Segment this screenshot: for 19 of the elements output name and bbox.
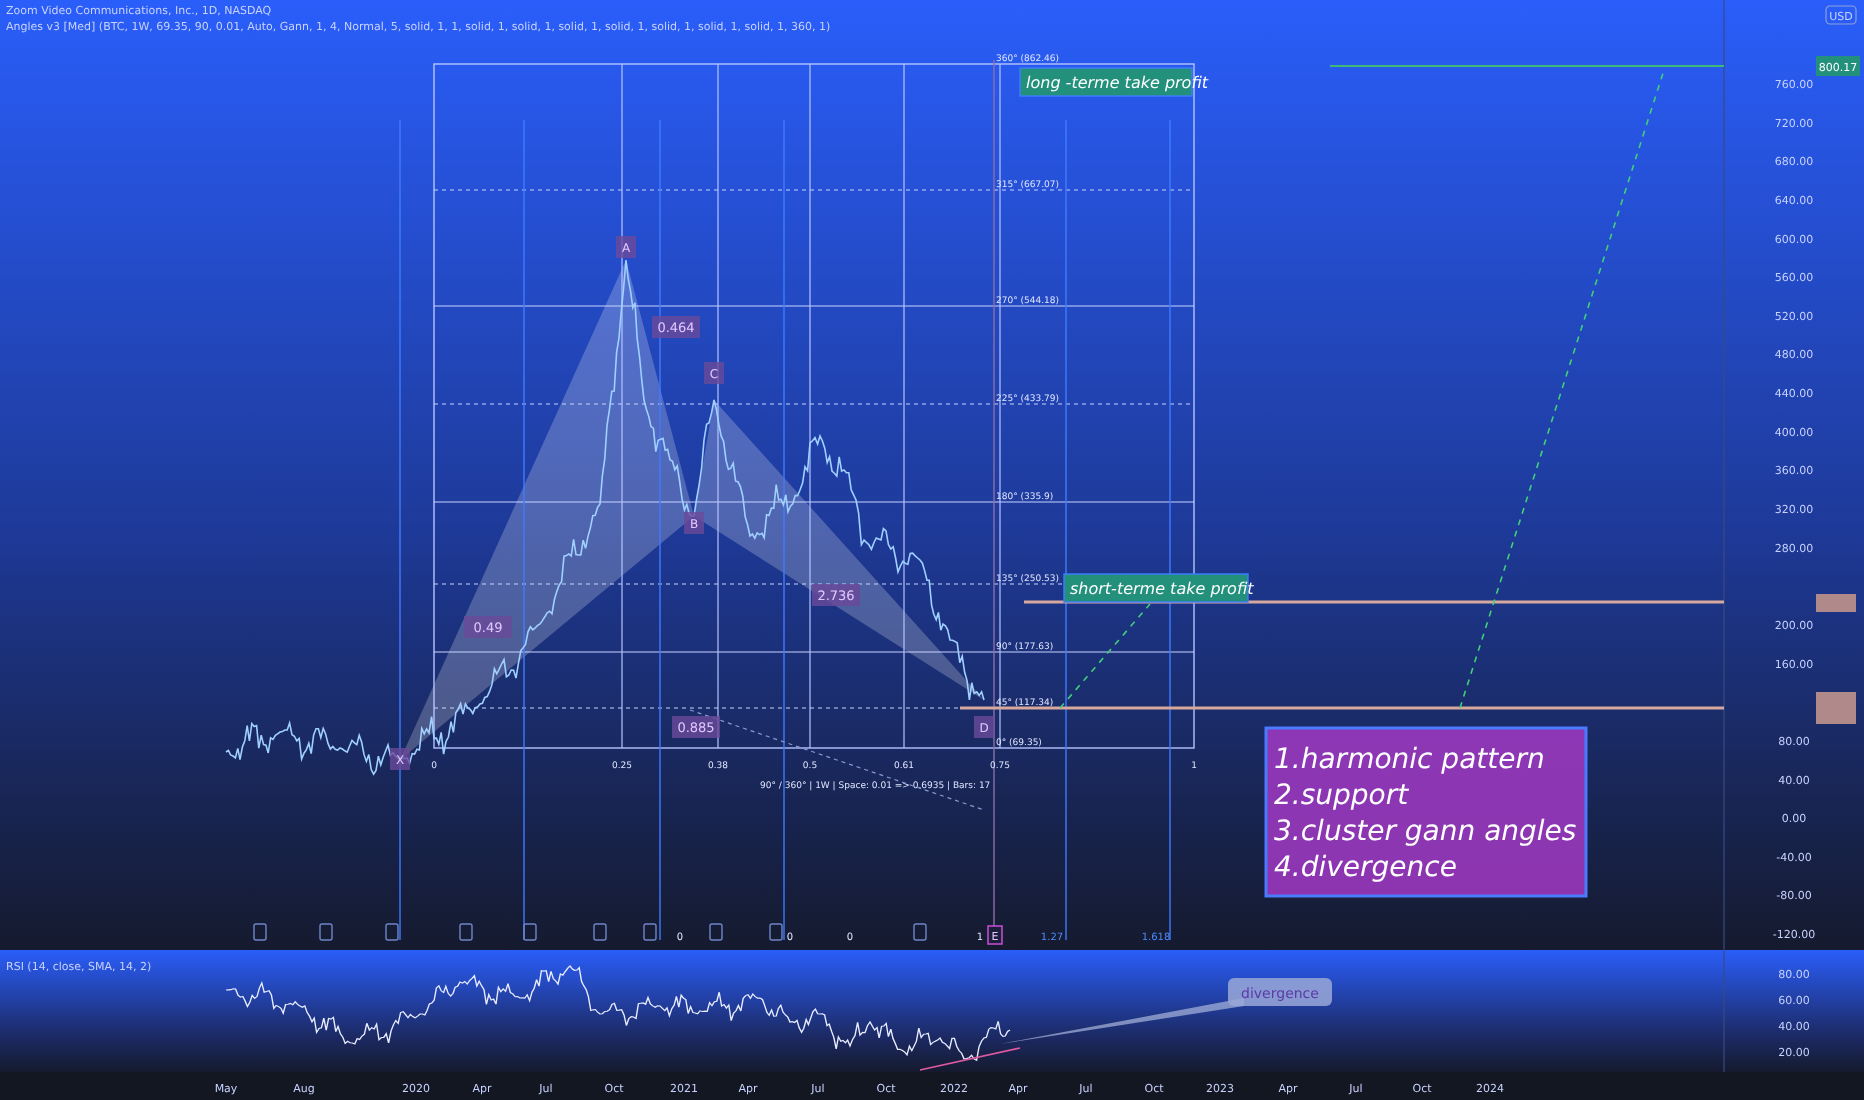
marker-icon[interactable] [709, 923, 723, 941]
marker-icon[interactable] [385, 923, 399, 941]
note-text: 2.support [1274, 780, 1409, 812]
note-text: 3.cluster gann angles [1274, 816, 1577, 848]
divergence-line [919, 1047, 1021, 1071]
marker-icon[interactable] [643, 923, 657, 941]
price-tag [1816, 692, 1856, 724]
marker-icon[interactable] [593, 923, 607, 941]
marker-icon[interactable] [253, 923, 267, 941]
target-label: short-terme take profit [1063, 573, 1254, 603]
marker-icon[interactable] [459, 923, 473, 941]
marker-icon[interactable] [523, 923, 537, 941]
price-tag [1816, 594, 1856, 612]
marker-icon[interactable] [769, 923, 783, 941]
marker-icon[interactable] [319, 923, 333, 941]
note-text: 1.harmonic pattern [1274, 744, 1545, 776]
marker-icon[interactable] [913, 923, 927, 941]
projection-line [1059, 603, 1151, 709]
note-text: 4.divergence [1274, 852, 1457, 884]
